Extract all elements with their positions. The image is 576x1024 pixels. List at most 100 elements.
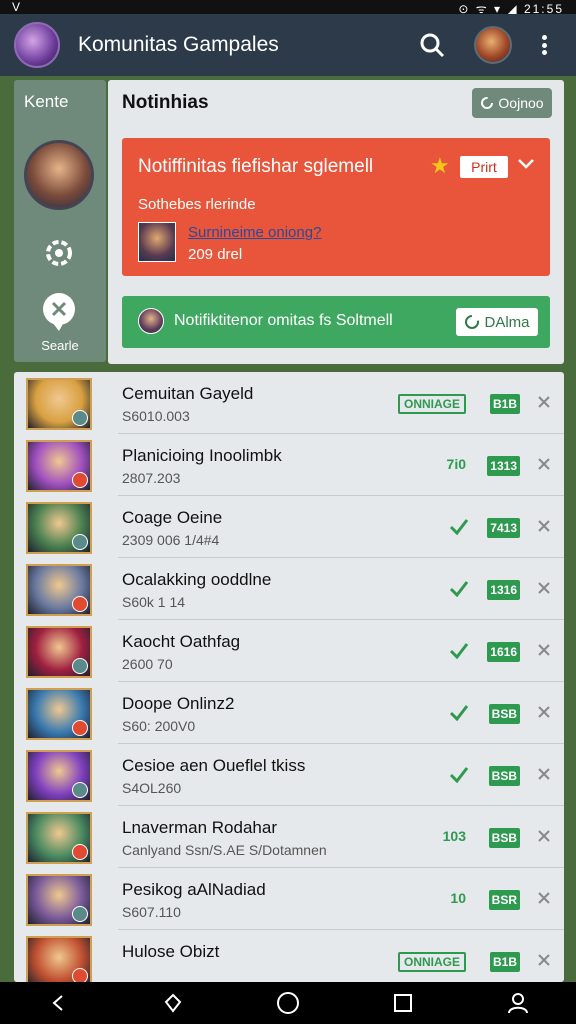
list-item-subtitle: Canlyand Ssn/S.AE S/Dotamnen — [122, 842, 327, 858]
home-icon — [276, 992, 299, 1014]
user-avatar[interactable] — [474, 26, 512, 64]
sidebar-title: Kente — [24, 92, 69, 111]
list-item-subtitle: 2309 006 1/4#4 — [122, 532, 220, 548]
list-item[interactable]: Kaocht Oathfag 2600 70 1616 — [14, 620, 564, 682]
close-icon[interactable] — [536, 828, 552, 844]
status-badge: ONNIAGE — [397, 394, 466, 414]
check-icon — [449, 767, 469, 784]
settings-gear-icon[interactable] — [41, 235, 77, 271]
online-dot-icon — [72, 596, 88, 612]
sidebar-avatar[interactable] — [24, 140, 94, 210]
game-thumbnail — [26, 564, 92, 616]
game-thumbnail — [26, 626, 92, 678]
chat-bubble-icon[interactable] — [40, 292, 78, 332]
status-badge: 103 — [442, 828, 466, 844]
list-item[interactable]: Hulose Obizt ONNIAGE B1B — [14, 930, 564, 982]
close-icon[interactable] — [536, 580, 552, 596]
game-thumbnail — [26, 688, 92, 740]
assistant-button[interactable] — [158, 988, 188, 1018]
alert-title: Notiffinitas fiefishar sglemell — [138, 156, 374, 177]
list-item-title: Lnaverman Rodahar — [122, 818, 277, 837]
check-icon — [449, 705, 469, 722]
list-item-title: Kaocht Oathfag — [122, 632, 241, 651]
close-icon[interactable] — [536, 890, 552, 906]
close-icon[interactable] — [536, 394, 552, 410]
game-thumbnail — [26, 812, 92, 864]
recents-button[interactable] — [388, 988, 418, 1018]
list-item[interactable]: Pesikog aAlNadiad S607.110 10 BSR — [14, 868, 564, 930]
close-icon[interactable] — [536, 456, 552, 472]
profile-button[interactable] — [503, 988, 533, 1018]
close-icon[interactable] — [536, 952, 552, 968]
app-title: Komunitas Gampales — [78, 33, 279, 56]
code-badge: BSB — [488, 828, 520, 848]
game-thumbnail — [26, 440, 92, 492]
list-item-title: Coage Oeine — [122, 508, 223, 527]
notifications-title: Notinhias — [122, 92, 209, 113]
chevron-down-icon[interactable] — [516, 154, 536, 174]
sidebar: Kente Searle — [14, 80, 106, 362]
list-item-title: Doope Onlinz2 — [122, 694, 235, 713]
check-icon — [449, 581, 469, 598]
list-item-title: Cemuitan Gayeld — [122, 384, 254, 403]
close-icon[interactable] — [536, 642, 552, 658]
alert-count: 209 drel — [188, 246, 243, 263]
code-badge: 7413 — [487, 518, 520, 538]
game-thumbnail — [26, 378, 92, 430]
person-icon — [508, 993, 529, 1014]
overflow-menu-button[interactable] — [534, 31, 554, 59]
check-icon — [449, 643, 469, 660]
list-item[interactable]: Cesioe aen Oueflel tkiss S4OL260 BSB — [14, 744, 564, 806]
close-icon[interactable] — [536, 704, 552, 720]
online-dot-icon — [72, 410, 88, 426]
game-list: Cemuitan Gayeld S6010.003 ONNIAGE B1B Planic… — [14, 372, 564, 982]
promo-button-label: DAlma — [484, 313, 530, 331]
list-item-title: Hulose Obizt — [122, 942, 220, 961]
list-item-subtitle: 2807.203 — [122, 470, 181, 486]
list-item-subtitle: S6010.003 — [122, 408, 190, 424]
list-item[interactable]: Lnaverman Rodahar Canlyand Ssn/S.AE S/Dot… — [14, 806, 564, 868]
close-icon[interactable] — [536, 766, 552, 782]
list-item[interactable]: Doope Onlinz2 S60: 200V0 BSB — [14, 682, 564, 744]
list-item-title: Ocalakking ooddlne — [122, 570, 272, 589]
online-dot-icon — [72, 658, 88, 674]
code-badge: B1B — [489, 952, 520, 972]
notifications-panel: Notinhias Oojnoo Notiffinitas fiefishar … — [108, 80, 564, 364]
open-button[interactable]: Oojnoo — [472, 88, 552, 118]
status-badge: 10 — [450, 890, 466, 906]
app-bar: Komunitas Gampales — [0, 14, 576, 76]
online-dot-icon — [72, 782, 88, 798]
assistant-icon — [164, 993, 182, 1013]
online-dot-icon — [72, 844, 88, 860]
code-badge: 1316 — [487, 580, 520, 600]
status-bar: V ⊙ ᯤ ▾ ◢ 21:55 — [0, 0, 576, 16]
nav-bar — [0, 982, 576, 1024]
recents-icon — [394, 994, 413, 1012]
list-item-title: Planicioing Inoolimbk — [122, 446, 282, 465]
list-item-subtitle: S60k 1 14 — [122, 594, 186, 610]
check-icon — [449, 519, 469, 536]
app-logo — [14, 22, 60, 68]
search-button[interactable] — [412, 25, 452, 65]
sidebar-label: Searle — [41, 338, 79, 353]
alert-user-link[interactable]: Surnineime oniong? — [188, 224, 321, 241]
alert-subtitle: Sothebes rlerinde — [138, 196, 256, 213]
list-item[interactable]: Cemuitan Gayeld S6010.003 ONNIAGE B1B — [14, 372, 564, 434]
promo-button[interactable]: DAlma — [456, 308, 538, 336]
alert-card[interactable]: Notiffinitas fiefishar sglemell ★ Prirt … — [122, 138, 550, 276]
home-button[interactable] — [273, 988, 303, 1018]
list-item[interactable]: Coage Oeine 2309 006 1/4#4 7413 — [14, 496, 564, 558]
code-badge: BSR — [488, 890, 520, 910]
game-thumbnail — [26, 750, 92, 802]
list-item[interactable]: Planicioing Inoolimbk 2807.203 7i0 1313 — [14, 434, 564, 496]
code-badge: 1313 — [487, 456, 520, 476]
promo-text: Notifiktitenor omitas fs Soltmell — [174, 312, 393, 329]
code-badge: 1616 — [487, 642, 520, 662]
back-button[interactable] — [43, 988, 73, 1018]
list-item[interactable]: Ocalakking ooddlne S60k 1 14 1316 — [14, 558, 564, 620]
online-dot-icon — [72, 720, 88, 736]
online-dot-icon — [72, 534, 88, 550]
alert-avatar — [138, 222, 176, 262]
list-item-title: Cesioe aen Oueflel tkiss — [122, 756, 306, 775]
close-icon[interactable] — [536, 518, 552, 534]
